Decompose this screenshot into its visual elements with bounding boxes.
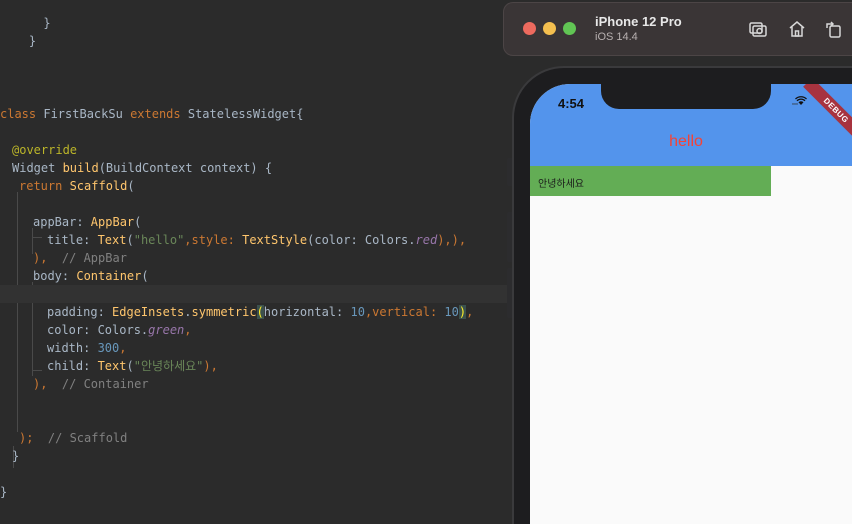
- code-line-current: padding: EdgeInsets.symmetric(horizontal…: [0, 285, 520, 319]
- rotate-icon[interactable]: [824, 19, 844, 39]
- code-line-child: child: Text("안녕하세요"),: [47, 359, 218, 373]
- zoom-window-button[interactable]: [563, 22, 576, 35]
- indent-guide: [32, 237, 42, 238]
- code-line-width: width: 300,: [47, 341, 127, 355]
- code-line-build: Widget build(BuildContext context) {: [12, 161, 273, 175]
- code-line-container-close: ), // Container: [33, 377, 149, 391]
- phone-notch: [601, 84, 771, 109]
- code-line: }: [0, 485, 8, 499]
- code-line: }: [28, 16, 51, 30]
- code-line-annotation: @override: [12, 143, 78, 157]
- code-line-class-declaration: class FirstBackSu extends StatelessWidge…: [0, 107, 304, 121]
- phone-screen[interactable]: 4:54 hello DEBUG 안녕하세요: [530, 84, 852, 524]
- minimize-window-button[interactable]: [543, 22, 556, 35]
- green-container: 안녕하세요: [530, 166, 771, 196]
- device-name: iPhone 12 Pro: [595, 14, 682, 29]
- indent-guide: [32, 370, 42, 371]
- home-icon[interactable]: [787, 19, 807, 39]
- app-bar: 4:54 hello DEBUG: [530, 84, 852, 166]
- code-line-appbar-close: ), // AppBar: [33, 251, 127, 265]
- code-line-appbar: appBar: AppBar(: [33, 215, 142, 229]
- os-version: iOS 14.4: [595, 31, 638, 43]
- appbar-title: hello: [669, 133, 703, 150]
- simulator-titlebar[interactable]: iPhone 12 Pro iOS 14.4: [503, 2, 852, 56]
- container-text: 안녕하세요: [538, 179, 584, 190]
- status-bar-clock: 4:54: [558, 96, 585, 111]
- code-line-return: return Scaffold(: [19, 179, 135, 193]
- wifi-icon: [792, 96, 810, 109]
- code-line-body: body: Container(: [33, 269, 149, 283]
- screenshot-icon[interactable]: [748, 19, 768, 39]
- code-line-title: title: Text("hello",style: TextStyle(col…: [47, 233, 467, 247]
- code-line: }: [28, 34, 37, 48]
- code-line-scaffold-close: ); // Scaffold: [19, 431, 128, 445]
- close-window-button[interactable]: [523, 22, 536, 35]
- code-line-color: color: Colors.green,: [47, 323, 192, 337]
- code-line: }: [12, 449, 20, 463]
